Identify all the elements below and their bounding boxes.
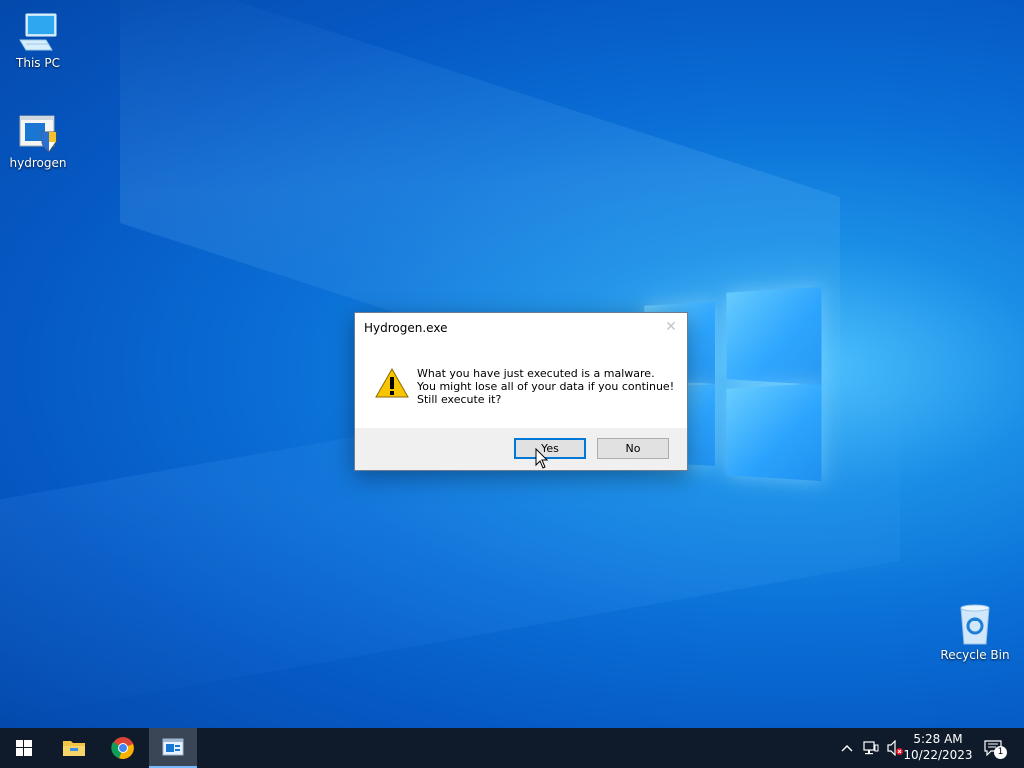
folder-icon — [63, 741, 85, 756]
desktop-icon-recycle-bin[interactable]: Recycle Bin — [937, 602, 1013, 663]
desktop-icon-hydrogen[interactable]: hydrogen — [0, 110, 76, 171]
desktop-icon-label: This PC — [16, 56, 60, 70]
windows-logo-icon — [16, 740, 32, 756]
clock[interactable]: 5:28 AM 10/22/2023 — [898, 731, 978, 763]
mouse-cursor-icon — [535, 447, 549, 470]
taskbar-file-explorer[interactable] — [50, 728, 98, 768]
app-window-icon — [162, 738, 184, 756]
network-icon — [863, 741, 879, 755]
action-center-button[interactable]: 1 — [980, 728, 1007, 768]
message-dialog: Hydrogen.exe ✕ What you have just execut… — [354, 312, 688, 471]
network-button[interactable] — [860, 728, 882, 768]
taskbar-chrome[interactable] — [99, 728, 147, 768]
warning-icon — [375, 367, 409, 398]
close-button[interactable]: ✕ — [661, 318, 681, 336]
taskbar: 5:28 AM 10/22/2023 1 — [0, 728, 1024, 768]
no-button[interactable]: No — [597, 438, 669, 459]
show-hidden-icons-button[interactable] — [838, 728, 856, 768]
shield-installer-icon — [16, 110, 60, 154]
desktop-icon-this-pc[interactable]: This PC — [0, 10, 76, 71]
message-line: You might lose all of your data if you c… — [417, 380, 675, 393]
chrome-icon — [111, 737, 134, 759]
clock-time: 5:28 AM — [913, 732, 963, 746]
message-line: What you have just executed is a malware… — [417, 367, 655, 380]
start-button[interactable] — [0, 728, 48, 768]
recycle-bin-icon — [953, 602, 997, 646]
clock-date: 10/22/2023 — [903, 748, 973, 762]
desktop-icon-label: Recycle Bin — [940, 648, 1010, 662]
desktop-icon-label: hydrogen — [9, 156, 67, 170]
notification-count-badge: 1 — [994, 746, 1007, 759]
taskbar-hydrogen-app[interactable] — [149, 728, 197, 768]
yes-button[interactable]: Yes — [514, 438, 586, 459]
message-line: Still execute it? — [417, 393, 502, 406]
dialog-footer: Yes No — [355, 428, 687, 470]
chevron-up-icon — [841, 745, 853, 752]
dialog-message: What you have just executed is a malware… — [417, 367, 674, 406]
dialog-title: Hydrogen.exe — [364, 321, 448, 335]
computer-icon — [16, 10, 60, 54]
